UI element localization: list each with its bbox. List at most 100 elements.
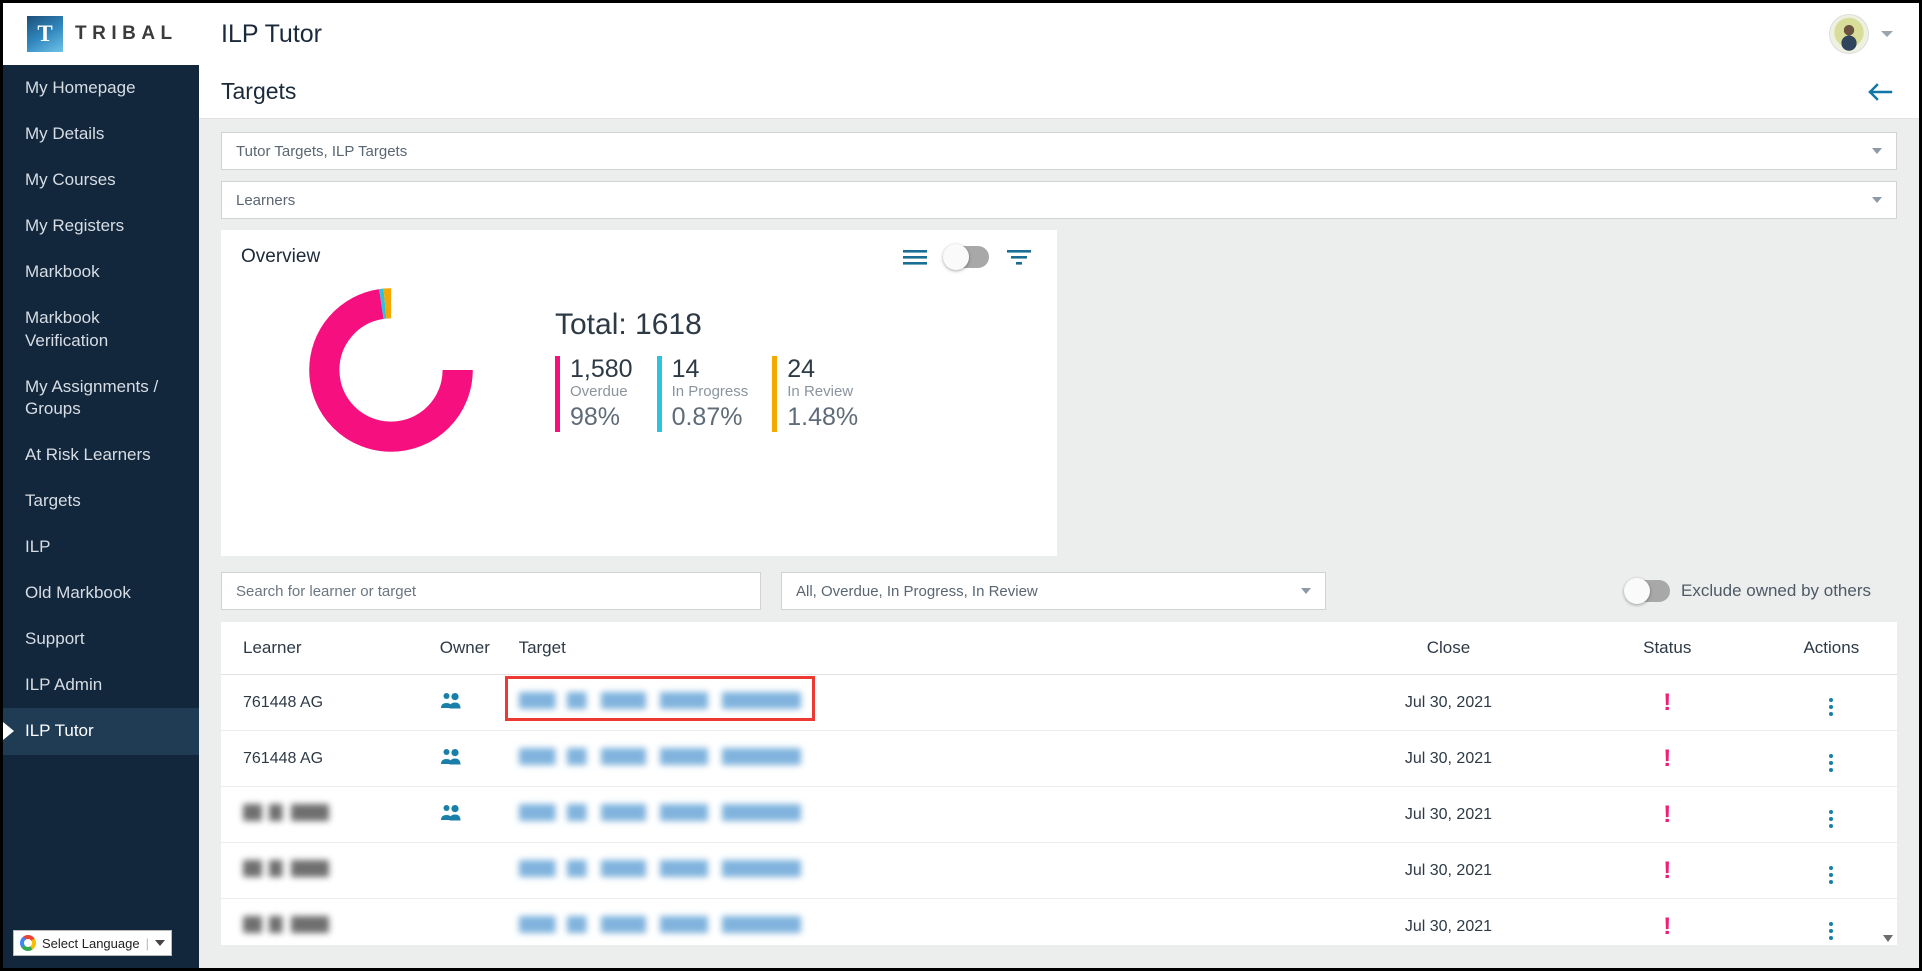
column-header-owner[interactable]: Owner bbox=[439, 622, 519, 675]
sidebar-item-ilp-admin[interactable]: ILP Admin bbox=[3, 662, 199, 708]
sidebar-item-label: At Risk Learners bbox=[25, 444, 151, 464]
target-link[interactable] bbox=[518, 859, 801, 882]
overview-toggle[interactable] bbox=[943, 244, 989, 270]
avatar[interactable] bbox=[1829, 14, 1869, 54]
table-header-row: Learner Owner Target Close Status Actions bbox=[221, 622, 1897, 675]
chart-legend: 1,580 Overdue 98% 14 In Progress 0.87% 24 In Re… bbox=[555, 355, 882, 432]
cell-actions bbox=[1765, 842, 1897, 899]
cell-close-date: Jul 30, 2021 bbox=[1328, 898, 1569, 945]
sidebar-item-label: My Courses bbox=[25, 170, 116, 190]
sidebar-item-at-risk-learners[interactable]: At Risk Learners bbox=[3, 432, 199, 478]
row-actions-menu-icon[interactable] bbox=[1829, 922, 1834, 940]
user-menu[interactable] bbox=[1829, 14, 1919, 54]
table-row[interactable]: Jul 30, 2021! bbox=[221, 786, 1897, 843]
chevron-down-icon[interactable] bbox=[154, 940, 165, 946]
target-link[interactable] bbox=[518, 803, 801, 826]
cell-status: ! bbox=[1568, 898, 1766, 945]
list-view-icon[interactable] bbox=[903, 249, 927, 266]
sidebar-item-support[interactable]: Support bbox=[3, 616, 199, 662]
cell-target[interactable] bbox=[518, 842, 1329, 899]
chevron-down-icon[interactable] bbox=[1881, 31, 1893, 37]
scroll-down-arrow[interactable] bbox=[1883, 935, 1893, 942]
table-row[interactable]: 761448 AG Jul 30, 2021! bbox=[221, 674, 1897, 731]
target-link[interactable] bbox=[518, 915, 801, 938]
column-header-close[interactable]: Close bbox=[1328, 622, 1569, 675]
cell-target[interactable] bbox=[518, 730, 1329, 787]
row-actions-menu-icon[interactable] bbox=[1829, 754, 1834, 772]
target-type-select[interactable]: Tutor Targets, ILP Targets bbox=[221, 132, 1897, 170]
main-content: Targets Tutor Targets, ILP Targets Learn… bbox=[199, 65, 1919, 968]
sidebar-item-old-markbook[interactable]: Old Markbook bbox=[3, 570, 199, 616]
cell-target[interactable] bbox=[518, 898, 1329, 945]
sidebar-item-label: ILP Admin bbox=[25, 675, 103, 695]
cell-actions bbox=[1765, 898, 1897, 945]
sidebar-item-ilp-tutor[interactable]: ILP Tutor bbox=[3, 708, 199, 755]
filter-icon[interactable] bbox=[1007, 249, 1031, 266]
chevron-down-icon[interactable] bbox=[1872, 197, 1882, 203]
sidebar-item-ilp[interactable]: ILP bbox=[3, 524, 199, 570]
table-row[interactable]: Jul 30, 2021! bbox=[221, 898, 1897, 945]
table-row[interactable]: 761448 AG Jul 30, 2021! bbox=[221, 730, 1897, 787]
sidebar-item-label: Support bbox=[25, 629, 85, 649]
owner-group-icon[interactable] bbox=[440, 748, 462, 769]
sidebar-item-my-details[interactable]: My Details bbox=[3, 111, 199, 157]
sidebar-item-my-registers[interactable]: My Registers bbox=[3, 203, 199, 249]
sidebar-item-my-courses[interactable]: My Courses bbox=[3, 157, 199, 203]
legend-label: Overdue bbox=[570, 382, 628, 400]
exclude-owned-toggle[interactable]: Exclude owned by others bbox=[1624, 578, 1897, 604]
row-actions-menu-icon[interactable] bbox=[1829, 810, 1834, 828]
target-link[interactable] bbox=[504, 675, 815, 721]
sidebar: My Homepage My Details My Courses My Regist… bbox=[3, 65, 199, 968]
table-row[interactable]: Jul 30, 2021! bbox=[221, 842, 1897, 899]
cell-owner bbox=[439, 786, 519, 843]
cell-target[interactable] bbox=[518, 786, 1329, 843]
legend-item-in-review: 24 In Review 1.48% bbox=[772, 355, 858, 432]
exclude-switch[interactable] bbox=[1624, 578, 1671, 604]
chevron-down-icon[interactable] bbox=[1872, 148, 1882, 154]
redacted-learner-name bbox=[243, 915, 329, 933]
legend-value: 1,580 bbox=[570, 355, 633, 384]
legend-item-overdue: 1,580 Overdue 98% bbox=[555, 355, 633, 432]
chevron-down-icon[interactable] bbox=[1301, 588, 1311, 594]
cell-owner bbox=[439, 842, 519, 899]
cell-target[interactable] bbox=[504, 674, 1329, 731]
sidebar-item-label: Markbook Verification bbox=[25, 308, 109, 350]
status-overdue-icon: ! bbox=[1663, 744, 1672, 772]
status-filter-select[interactable]: All, Overdue, In Progress, In Review bbox=[781, 572, 1326, 610]
owner-group-icon[interactable] bbox=[440, 804, 462, 825]
owner-group-icon[interactable] bbox=[440, 692, 462, 713]
cell-owner bbox=[439, 674, 519, 731]
sidebar-nav: My Homepage My Details My Courses My Regist… bbox=[3, 65, 199, 755]
audience-select[interactable]: Learners bbox=[221, 181, 1897, 219]
status-overdue-icon: ! bbox=[1663, 912, 1672, 940]
row-actions-menu-icon[interactable] bbox=[1829, 698, 1834, 716]
back-button[interactable] bbox=[1867, 82, 1893, 102]
legend-percent: 98% bbox=[570, 402, 621, 431]
cell-status: ! bbox=[1568, 842, 1766, 899]
status-overdue-icon: ! bbox=[1663, 688, 1672, 716]
column-header-actions[interactable]: Actions bbox=[1765, 622, 1897, 675]
sidebar-item-label: My Homepage bbox=[25, 78, 136, 97]
language-selector[interactable]: Select Language | bbox=[13, 930, 172, 956]
column-header-target[interactable]: Target bbox=[518, 622, 1329, 675]
legend-value: 24 bbox=[787, 355, 816, 384]
target-link[interactable] bbox=[518, 747, 801, 770]
divider: | bbox=[145, 935, 149, 951]
cell-status: ! bbox=[1568, 786, 1766, 843]
overview-toolbar bbox=[903, 244, 1031, 270]
column-header-status[interactable]: Status bbox=[1568, 622, 1766, 675]
overview-card: Overview Total: 1618 1,580 Overdue 98% 1… bbox=[221, 230, 1057, 556]
row-actions-menu-icon[interactable] bbox=[1829, 866, 1834, 884]
sidebar-item-markbook[interactable]: Markbook bbox=[3, 249, 199, 295]
sidebar-item-markbook-verification[interactable]: Markbook Verification bbox=[3, 295, 199, 363]
column-header-learner[interactable]: Learner bbox=[221, 622, 440, 675]
sidebar-item-my-homepage[interactable]: My Homepage bbox=[3, 65, 199, 111]
sidebar-item-targets[interactable]: Targets bbox=[3, 478, 199, 524]
redacted-learner-name bbox=[243, 803, 329, 821]
tribal-logo-icon: T bbox=[27, 16, 63, 52]
brand-logo[interactable]: T TRIBAL bbox=[3, 16, 199, 52]
sidebar-item-label: My Details bbox=[25, 124, 105, 144]
sidebar-item-my-assignments-groups[interactable]: My Assignments / Groups bbox=[3, 364, 199, 432]
sidebar-item-label: Targets bbox=[25, 490, 81, 510]
search-input[interactable] bbox=[221, 572, 761, 610]
